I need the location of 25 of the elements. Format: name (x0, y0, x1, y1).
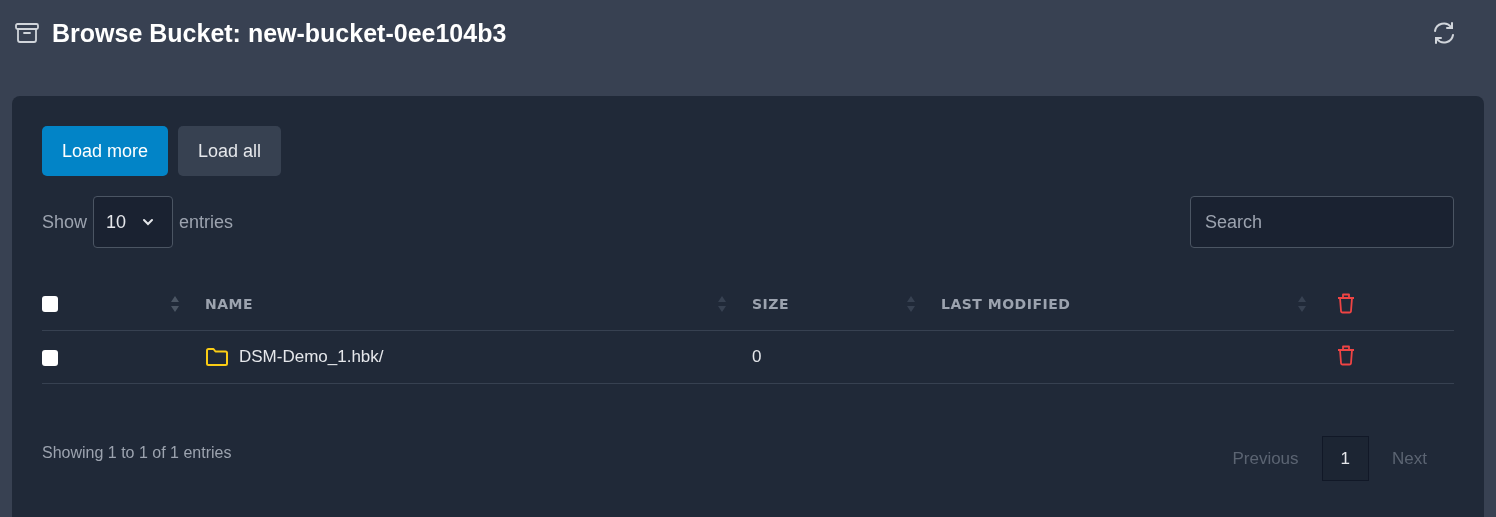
page-title: Browse Bucket: new-bucket-0ee104b3 (52, 18, 508, 48)
show-label: Show (42, 211, 88, 233)
trash-icon[interactable] (1337, 343, 1355, 366)
folder-icon (205, 347, 229, 367)
sort-icon[interactable] (906, 294, 916, 314)
trash-icon[interactable] (1337, 291, 1355, 314)
file-name[interactable]: DSM-Demo_1.hbk/ (239, 347, 384, 367)
size-cell: 0 (752, 347, 762, 366)
row-checkbox[interactable] (42, 349, 58, 366)
archive-icon (14, 21, 40, 45)
chevron-down-icon (142, 218, 155, 226)
sort-icon[interactable] (717, 294, 727, 314)
page-size-select[interactable]: 10 (93, 196, 174, 248)
load-more-button[interactable]: Load more (42, 126, 169, 176)
sort-icon[interactable] (170, 294, 180, 314)
entries-info: Showing 1 to 1 of 1 entries (42, 443, 232, 462)
sort-icon[interactable] (1297, 294, 1307, 314)
column-header[interactable]: SIZE (752, 296, 789, 312)
column-header[interactable]: NAME (205, 296, 254, 312)
page-button[interactable]: 1 (1321, 436, 1370, 481)
select-all-checkbox[interactable] (42, 296, 58, 312)
column-header[interactable]: LAST MODIFIED (941, 296, 1071, 312)
entries-label: entries (179, 211, 234, 233)
load-all-button[interactable]: Load all (178, 126, 282, 176)
search-field[interactable]: Search (1190, 196, 1454, 248)
